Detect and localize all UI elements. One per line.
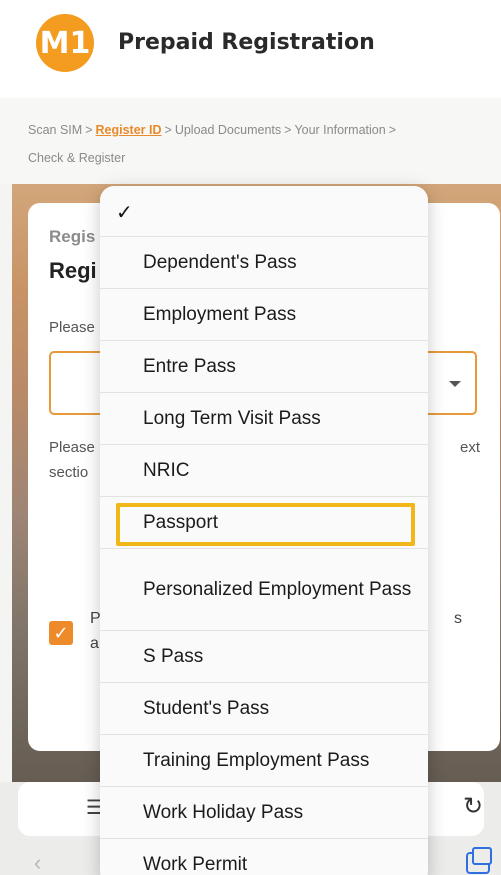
back-chevron-icon[interactable]: ‹ [34, 850, 41, 875]
breadcrumb-bar: Scan SIM > Register ID > Upload Documents > Yo… [0, 98, 501, 184]
passport-highlight [116, 503, 415, 546]
consent-text-end: s [454, 610, 462, 627]
chevron-down-icon [449, 381, 461, 387]
picker-option-employment-pass[interactable]: Employment Pass [100, 289, 428, 341]
card-note-end: ext [459, 439, 480, 456]
picker-option-nric[interactable]: NRIC [100, 445, 428, 497]
picker-option-work-holiday-pass[interactable]: Work Holiday Pass [100, 787, 428, 839]
consent-text-line2: a [90, 635, 99, 652]
picker-option-s-pass[interactable]: S Pass [100, 631, 428, 683]
card-note-line1: Please [49, 439, 95, 456]
picker-check-row[interactable]: ✓ [100, 186, 428, 237]
picker-option-personalized-employment-pass[interactable]: Personalized Employment Pass [100, 549, 428, 631]
breadcrumb-step-your-information[interactable]: Your Information [294, 123, 385, 137]
logo-text: M1 [39, 25, 91, 61]
m1-logo: M1 [36, 14, 94, 72]
checkmark-icon: ✓ [116, 202, 133, 224]
card-prompt: Please [49, 319, 95, 336]
consent-checkbox[interactable]: ✓ [49, 621, 73, 645]
breadcrumb-step-check-register[interactable]: Check & Register [28, 151, 125, 165]
breadcrumb-separator: > [388, 123, 397, 137]
breadcrumb-step-scan-sim[interactable]: Scan SIM [28, 123, 82, 137]
breadcrumb-step-upload-documents[interactable]: Upload Documents [175, 123, 281, 137]
page-title: Prepaid Registration [118, 30, 375, 55]
card-title: Regi [49, 258, 97, 283]
checkmark-icon: ✓ [53, 622, 69, 643]
picker-option-entre-pass[interactable]: Entre Pass [100, 341, 428, 393]
reload-icon[interactable]: ↻ [460, 792, 486, 822]
picker-option-students-pass[interactable]: Student's Pass [100, 683, 428, 735]
tabs-icon[interactable] [466, 847, 492, 874]
picker-option-long-term-visit-pass[interactable]: Long Term Visit Pass [100, 393, 428, 445]
picker-option-work-permit[interactable]: Work Permit [100, 839, 428, 875]
app-header: M1 Prepaid Registration [0, 0, 501, 98]
picker-option-list: Dependent's Pass Employment Pass Entre P… [100, 237, 428, 875]
breadcrumb-separator: > [164, 123, 172, 137]
breadcrumb-separator: > [85, 123, 93, 137]
breadcrumb: Scan SIM > Register ID > Upload Documents > Yo… [28, 116, 478, 172]
card-kicker: Regis [49, 227, 96, 246]
breadcrumb-step-register-id[interactable]: Register ID [96, 123, 162, 137]
picker-option-dependents-pass[interactable]: Dependent's Pass [100, 237, 428, 289]
breadcrumb-separator: > [284, 123, 292, 137]
card-note-line2: sectio [49, 464, 89, 481]
picker-option-training-employment-pass[interactable]: Training Employment Pass [100, 735, 428, 787]
